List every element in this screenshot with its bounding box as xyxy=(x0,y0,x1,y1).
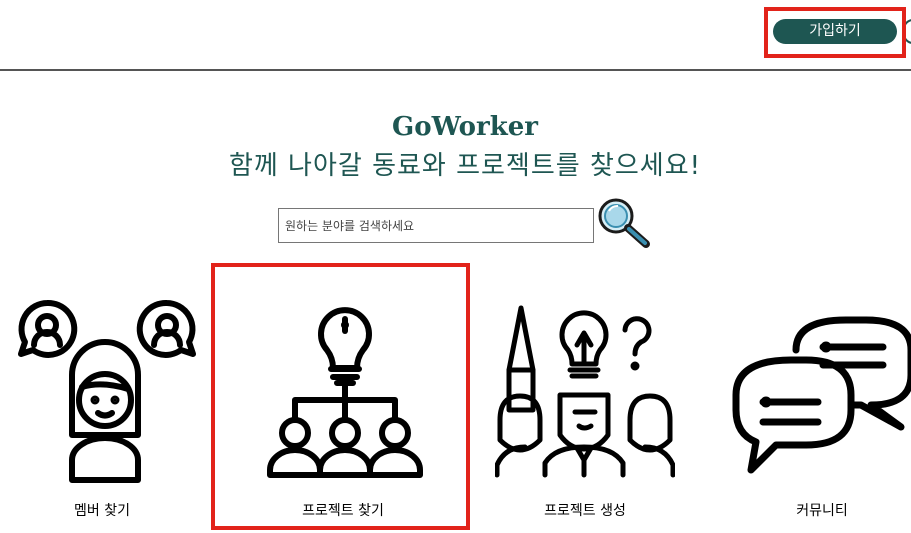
search-button[interactable] xyxy=(596,196,652,250)
menu-label-member-search[interactable]: 멤버 찾기 xyxy=(2,500,202,520)
menu-label-community[interactable]: 커뮤니티 xyxy=(722,500,911,520)
page-title: GoWorker xyxy=(392,112,538,142)
member-search-icon xyxy=(18,299,196,483)
menu-card-member-search[interactable] xyxy=(12,295,197,485)
highlight-box-project-search xyxy=(211,263,470,530)
search-input[interactable] xyxy=(278,208,594,243)
menu-label-project-search[interactable]: 프로젝트 찾기 xyxy=(243,500,443,520)
header-divider xyxy=(0,69,911,71)
highlight-box-signup xyxy=(764,7,906,58)
magnifier-icon xyxy=(598,198,650,248)
community-chat-icon xyxy=(732,316,911,474)
page-subtitle: 함께 나아갈 동료와 프로젝트를 찾으세요! xyxy=(228,151,702,181)
menu-card-project-create[interactable] xyxy=(495,300,675,480)
project-create-icon xyxy=(495,305,675,478)
menu-card-community[interactable] xyxy=(728,310,911,480)
menu-label-project-create[interactable]: 프로젝트 생성 xyxy=(485,500,685,520)
